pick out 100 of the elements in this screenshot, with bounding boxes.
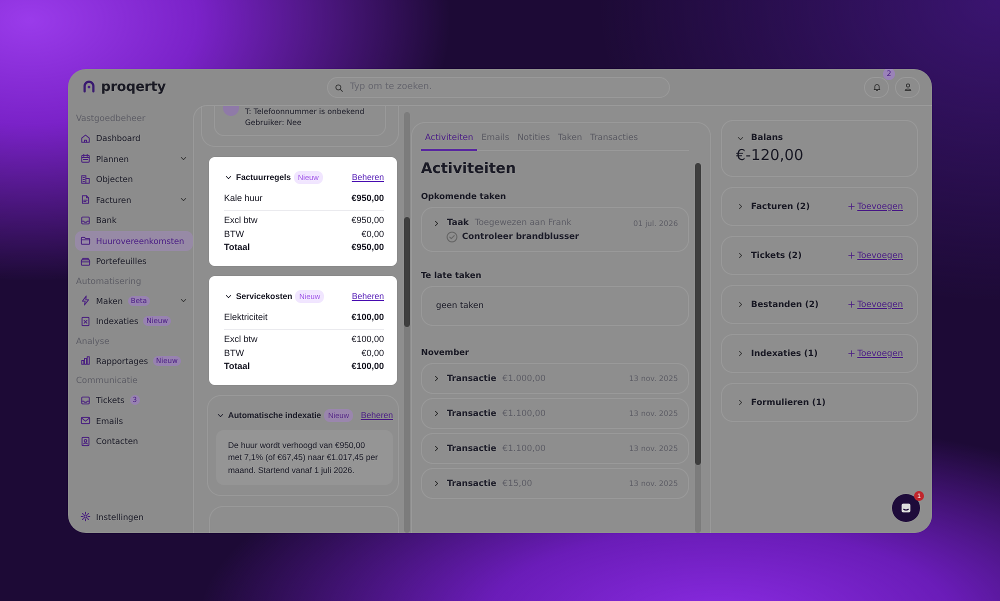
total-label: Totaal: [224, 360, 250, 374]
sidebar-item[interactable]: Contacten: [75, 431, 193, 452]
card-title: Balans: [751, 133, 783, 143]
item-label: Huurovereenkomsten: [96, 236, 184, 246]
search-icon: [334, 82, 344, 92]
item-label: Dashboard: [96, 133, 140, 144]
folder-icon: [80, 235, 91, 246]
add-link[interactable]: Toevoegen: [847, 300, 903, 310]
plus-icon: [847, 251, 856, 260]
item-label: Indexaties: [96, 316, 138, 326]
chevron-right-icon: [432, 479, 441, 488]
user-icon: [902, 82, 912, 92]
settings-item[interactable]: Instellingen: [75, 506, 193, 527]
manage-link[interactable]: Beheren: [360, 410, 393, 420]
task-type: Taak: [447, 218, 469, 228]
calendar-icon: [80, 153, 91, 164]
line-amount: €950,00: [351, 192, 384, 205]
mail-icon: [80, 415, 91, 426]
item-label: Plannen: [96, 154, 129, 164]
chevron-right-icon: [432, 218, 441, 228]
card-title: Servicekosten: [236, 291, 292, 302]
building-icon: [80, 174, 91, 185]
total-amount: €100,00: [351, 333, 384, 346]
line-label: Elektriciteit: [224, 310, 268, 324]
bar-chart-icon: [80, 355, 91, 366]
total-amount: €0,00: [361, 346, 384, 360]
item-label: Instellingen: [96, 512, 144, 522]
inbox-icon: [80, 394, 91, 406]
document-icon: [80, 194, 91, 206]
avatar: [223, 106, 239, 116]
plus-icon: [847, 202, 856, 211]
item-label: Tickets: [96, 395, 124, 406]
card-title: Automatische indexatie: [228, 410, 322, 420]
item-label: Facturen: [96, 194, 132, 205]
summary-card[interactable]: Tickets (2) Toevoegen: [721, 236, 918, 275]
line-amount: €100,00: [351, 310, 384, 324]
transaction-type: Transactie: [447, 374, 496, 384]
add-link[interactable]: Toevoegen: [847, 250, 903, 260]
sidebar-item[interactable]: Plannen: [75, 148, 193, 169]
contact-card-icon: [80, 436, 91, 447]
summary-card[interactable]: Indexaties (1) Toevoegen: [721, 334, 918, 373]
card-title: Tickets (2): [751, 250, 802, 260]
chevron-right-icon: [432, 444, 441, 453]
task-title: Controleer brandblusser: [462, 232, 580, 242]
total-label: BTW: [224, 346, 244, 360]
total-label: Totaal: [224, 241, 250, 254]
lightning-icon: [80, 295, 91, 306]
sidebar-item[interactable]: Emails: [75, 410, 193, 431]
total-label: Excl btw: [224, 333, 258, 346]
sidebar-item[interactable]: Facturen: [75, 190, 193, 210]
line-label: Kale huur: [224, 192, 263, 205]
transaction-type: Transactie: [447, 408, 496, 418]
section-heading: Te late taken: [421, 270, 482, 280]
manage-link[interactable]: Beheren: [352, 291, 384, 302]
total-label: BTW: [224, 228, 244, 241]
balance-amount: €-120,00: [736, 146, 804, 164]
document-icon: [80, 316, 91, 327]
manage-link[interactable]: Beheren: [352, 172, 384, 182]
plus-icon: [847, 349, 856, 358]
plus-icon: [847, 300, 856, 309]
add-link[interactable]: Toevoegen: [847, 202, 903, 212]
sidebar-item[interactable]: Huurovereenkomsten: [75, 230, 193, 251]
card-title: Factuurregels: [236, 172, 291, 182]
summary-card[interactable]: Bestanden (2) Toevoegen: [721, 285, 918, 324]
item-label: Rapportages: [96, 356, 148, 366]
sidebar-item[interactable]: Bank: [75, 210, 193, 230]
item-label: Bank: [96, 215, 117, 226]
briefcase-icon: [80, 256, 91, 267]
user-button[interactable]: [895, 76, 920, 98]
empty-message: geen taken: [436, 301, 484, 311]
item-label: Emails: [96, 416, 123, 426]
sidebar-item[interactable]: Portefeuilles: [75, 251, 193, 272]
home-icon: [80, 132, 91, 144]
tab[interactable]: Activiteiten: [421, 129, 478, 151]
settings-icon: [80, 511, 91, 522]
bell-icon: [872, 82, 882, 92]
sidebar-item[interactable]: Dashboard: [75, 128, 193, 148]
section-heading: Opkomende taken: [421, 191, 508, 201]
card-title: Indexaties (1): [751, 348, 818, 358]
page-heading: Activiteiten: [421, 161, 517, 177]
summary-card[interactable]: Formulieren (1): [721, 383, 918, 422]
card-title: Formulieren (1): [751, 398, 826, 408]
section-heading: November: [421, 347, 470, 357]
inbox-icon: [80, 214, 91, 226]
add-link[interactable]: Toevoegen: [847, 348, 903, 358]
item-label: Contacten: [96, 436, 138, 446]
total-amount: €100,00: [351, 360, 384, 374]
total-amount: €950,00: [351, 214, 384, 228]
transaction-type: Transactie: [447, 444, 496, 454]
card-title: Facturen (2): [751, 202, 810, 212]
logo-icon: [82, 80, 96, 94]
summary-card[interactable]: Facturen (2) Toevoegen: [721, 187, 918, 226]
chevron-right-icon: [432, 374, 441, 383]
item-label: Portefeuilles: [96, 256, 147, 266]
item-label: Maken: [96, 296, 123, 306]
total-amount: €950,00: [351, 241, 384, 254]
indexation-note: De huur wordt verhoogd van €950,00 met 7,1% (of €67,45) naar €1.017,45 per maand. Startend vanaf 1 juli 2026.: [216, 430, 393, 486]
sidebar-item[interactable]: Objecten: [75, 169, 193, 190]
transaction-type: Transactie: [447, 478, 496, 488]
total-amount: €0,00: [361, 228, 384, 241]
